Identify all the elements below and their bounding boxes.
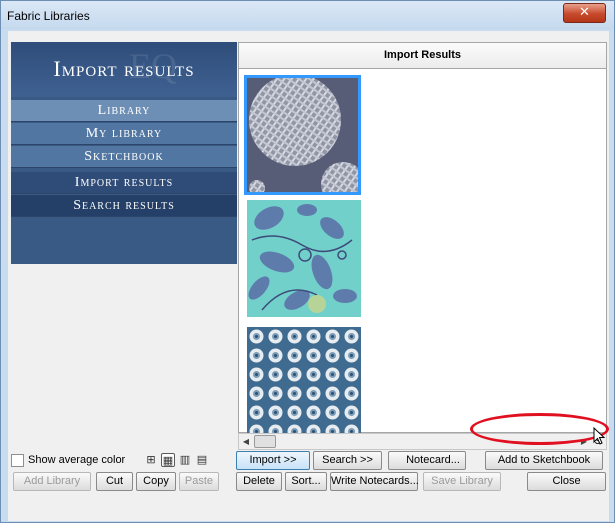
fabric-results-grid[interactable] xyxy=(238,69,607,433)
view-grid-small-icon[interactable]: ⊞ xyxy=(144,453,158,467)
add-library-button[interactable]: Add Library xyxy=(13,472,91,491)
nav-item-library[interactable]: Library xyxy=(11,100,237,122)
notecard-button[interactable]: Notecard... xyxy=(388,451,466,470)
scroll-left-arrow-icon[interactable]: ◀ xyxy=(240,435,252,448)
dialog-client-area: EQ Import results Library My library Ske… xyxy=(8,31,609,521)
search-button[interactable]: Search >> xyxy=(313,451,382,470)
cut-button[interactable]: Cut xyxy=(96,472,133,491)
window-close-button[interactable]: ✕ xyxy=(563,3,606,23)
paste-button[interactable]: Paste xyxy=(179,472,219,491)
import-button[interactable]: Import >> xyxy=(236,451,310,470)
fabric-swatch-teal-floral[interactable] xyxy=(247,200,361,317)
nav-header-title: Import results xyxy=(53,56,195,81)
nav-item-sketchbook[interactable]: Sketchbook xyxy=(11,146,237,168)
window-title: Fabric Libraries xyxy=(7,9,90,23)
teal-floral-fabric-image xyxy=(247,200,361,317)
blue-dot-flower-fabric-image xyxy=(247,327,361,433)
nav-item-search-results[interactable]: Search results xyxy=(11,195,237,217)
close-icon: ✕ xyxy=(579,5,590,20)
view-grid-xlarge-icon[interactable]: ▤ xyxy=(195,453,209,467)
write-notecards-button[interactable]: Write Notecards... xyxy=(330,472,419,491)
title-bar: Fabric Libraries ✕ xyxy=(1,1,614,29)
view-grid-large-icon[interactable]: ▥ xyxy=(178,453,192,467)
nav-header: EQ Import results xyxy=(11,42,237,97)
nav-item-my-library[interactable]: My library xyxy=(11,123,237,145)
show-average-color-label: Show average color xyxy=(28,454,126,466)
show-average-color-checkbox[interactable] xyxy=(11,454,24,467)
save-library-button[interactable]: Save Library xyxy=(423,472,501,491)
close-button[interactable]: Close xyxy=(527,472,606,491)
sort-button[interactable]: Sort... xyxy=(285,472,327,491)
library-nav-panel: EQ Import results Library My library Ske… xyxy=(11,42,237,264)
add-to-sketchbook-button[interactable]: Add to Sketchbook xyxy=(485,451,603,470)
fabric-libraries-window: Fabric Libraries ✕ EQ Import results Lib… xyxy=(0,0,615,523)
copy-button[interactable]: Copy xyxy=(136,472,176,491)
mouse-cursor-icon xyxy=(593,427,605,445)
scroll-thumb[interactable] xyxy=(254,435,276,448)
fabric-swatch-plaid-circle[interactable] xyxy=(244,74,365,206)
results-header: Import Results xyxy=(238,42,607,69)
view-grid-medium-icon[interactable]: ▦ xyxy=(161,453,175,467)
delete-button[interactable]: Delete xyxy=(236,472,282,491)
annotation-highlight-oval xyxy=(470,413,609,445)
fabric-swatch-blue-dot-flower[interactable] xyxy=(247,327,361,435)
nav-item-import-results[interactable]: Import results xyxy=(11,172,237,194)
plaid-circle-fabric-image xyxy=(247,74,365,206)
